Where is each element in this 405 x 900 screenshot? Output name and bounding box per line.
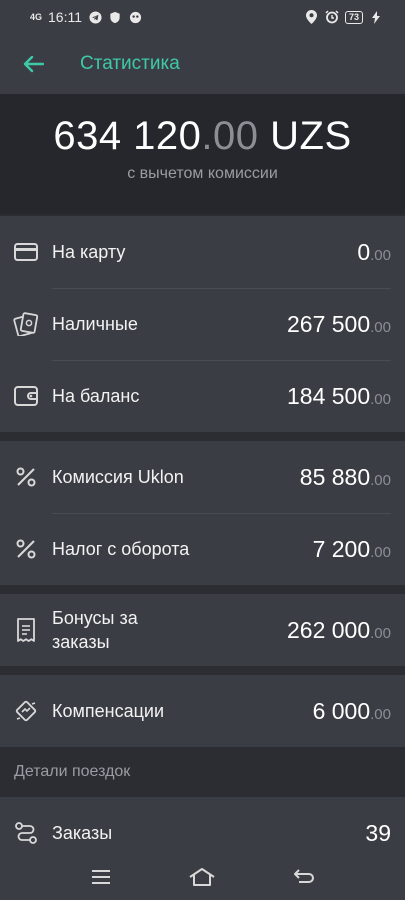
row-cash[interactable]: Наличные 267 500.00 xyxy=(0,288,405,360)
row-amount-cents: .00 xyxy=(370,624,391,642)
row-turnover-tax[interactable]: Налог с оборота 7 200.00 xyxy=(0,513,405,585)
row-amount-cents: .00 xyxy=(370,705,391,723)
cash-icon xyxy=(12,310,40,338)
credit-card-icon xyxy=(12,238,40,266)
total-subtitle: с вычетом комиссии xyxy=(127,165,278,182)
telegram-icon xyxy=(88,10,102,24)
row-label-line1: Бонусы за xyxy=(52,608,138,628)
charging-icon xyxy=(369,10,383,24)
status-time: 16:11 xyxy=(48,9,83,25)
row-amount-main: 6 000 xyxy=(312,697,371,724)
row-value: 39 xyxy=(365,819,391,846)
row-label: Налог с оборота xyxy=(52,539,190,559)
row-orders[interactable]: Заказы 39 xyxy=(0,797,405,853)
row-amount-main: 262 000 xyxy=(287,616,371,643)
system-nav-bar xyxy=(0,853,405,900)
row-label: Наличные xyxy=(52,314,138,334)
menu-icon xyxy=(91,869,110,884)
row-to-balance[interactable]: На баланс 184 500.00 xyxy=(0,360,405,432)
percent-icon xyxy=(12,535,40,563)
row-amount: 7 200.00 xyxy=(313,536,391,563)
bonuses-card: Бонусы за заказы 262 000.00 xyxy=(0,594,405,666)
arrow-left-icon xyxy=(23,55,44,73)
home-button[interactable] xyxy=(184,862,220,892)
trip-details-card: Заказы 39 xyxy=(0,797,405,853)
receipt-icon xyxy=(12,616,40,644)
row-label: Компенсации xyxy=(52,701,164,721)
row-amount: 184 500.00 xyxy=(287,383,391,410)
row-amount-main: 0 xyxy=(357,238,371,265)
status-bar-right: 73 xyxy=(305,10,383,24)
total-amount: 634 120.00 UZS xyxy=(0,114,405,159)
return-icon xyxy=(294,868,315,883)
row-amount-cents: .00 xyxy=(370,390,391,408)
row-amount-main: 184 500 xyxy=(287,382,371,409)
row-amount-cents: .00 xyxy=(370,246,391,264)
home-icon xyxy=(189,867,216,886)
row-amount-cents: .00 xyxy=(370,471,391,489)
row-label: На баланс xyxy=(52,386,140,406)
status-bar-left: 4G 16:11 xyxy=(30,9,142,25)
network-indicator: 4G xyxy=(30,11,43,22)
total-summary: 634 120.00 UZS с вычетом комиссии xyxy=(0,94,405,214)
row-label: На карту xyxy=(52,242,126,262)
section-header-label: Детали поездок xyxy=(14,763,131,780)
row-amount: 262 000.00 xyxy=(287,617,391,644)
row-amount: 6 000.00 xyxy=(313,698,391,725)
percent-icon xyxy=(12,463,40,491)
battery-indicator: 73 xyxy=(344,10,363,24)
location-icon xyxy=(305,10,319,24)
total-amount-cents: .00 xyxy=(201,114,259,158)
row-amount-cents: .00 xyxy=(370,318,391,336)
route-icon xyxy=(12,819,40,847)
notification-app-icon xyxy=(128,10,142,24)
page-title: Статистика xyxy=(80,53,180,74)
row-label: Комиссия Uklon xyxy=(52,467,184,487)
shield-icon xyxy=(108,10,122,24)
row-to-card[interactable]: На карту 0.00 xyxy=(0,216,405,288)
row-amount: 0.00 xyxy=(357,239,391,266)
back-nav-button[interactable] xyxy=(286,862,322,892)
total-currency: UZS xyxy=(258,114,352,158)
section-header-trip-details: Детали поездок xyxy=(0,747,405,797)
row-amount-main: 267 500 xyxy=(287,310,371,337)
row-label: Бонусы за заказы xyxy=(52,606,287,654)
menu-button[interactable] xyxy=(83,862,119,892)
commissions-card: Комиссия Uklon 85 880.00 Налог с оборота… xyxy=(0,441,405,585)
row-amount-main: 85 880 xyxy=(299,463,371,490)
row-amount: 85 880.00 xyxy=(300,464,391,491)
row-amount-main: 7 200 xyxy=(312,535,371,562)
row-compensations[interactable]: Компенсации 6 000.00 xyxy=(0,675,405,747)
app-bar: Статистика xyxy=(0,34,405,94)
alarm-icon xyxy=(325,10,339,24)
status-bar: 4G 16:11 73 xyxy=(0,0,405,34)
compensation-icon xyxy=(12,697,40,725)
row-label: Заказы xyxy=(52,823,113,843)
row-order-bonuses[interactable]: Бонусы за заказы 262 000.00 xyxy=(0,594,405,666)
row-label-line2: заказы xyxy=(52,632,110,652)
payments-card: На карту 0.00 Наличные 267 500.00 На бал… xyxy=(0,216,405,432)
back-button[interactable] xyxy=(18,49,48,79)
wallet-icon xyxy=(12,382,40,410)
row-amount: 267 500.00 xyxy=(287,311,391,338)
total-amount-main: 634 120 xyxy=(53,114,202,158)
row-uklon-commission[interactable]: Комиссия Uklon 85 880.00 xyxy=(0,441,405,513)
row-amount-cents: .00 xyxy=(370,543,391,561)
compensations-card: Компенсации 6 000.00 xyxy=(0,675,405,747)
